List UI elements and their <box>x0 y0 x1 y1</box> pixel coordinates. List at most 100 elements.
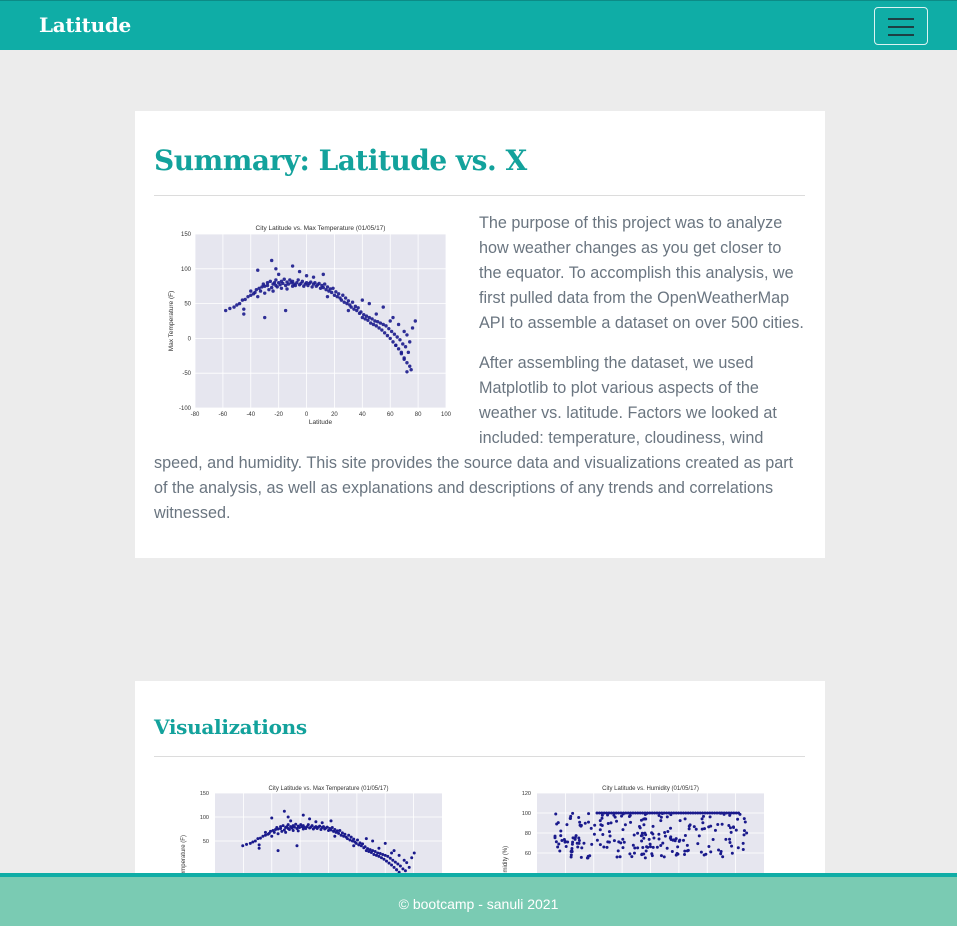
data-point <box>374 324 378 328</box>
data-point <box>632 833 636 837</box>
data-point <box>377 846 381 850</box>
data-point <box>554 812 558 816</box>
data-point <box>325 825 329 829</box>
data-point <box>276 832 280 836</box>
data-point <box>395 335 399 339</box>
data-point <box>402 357 406 361</box>
data-point <box>354 841 358 845</box>
data-point <box>391 340 395 344</box>
y-tick-label: 80 <box>525 831 531 837</box>
data-point <box>565 823 569 827</box>
data-point <box>410 856 414 860</box>
y-tick-label: 100 <box>181 267 192 273</box>
data-point <box>651 845 655 849</box>
data-point <box>616 849 620 853</box>
data-point <box>270 834 274 838</box>
data-point <box>294 822 298 826</box>
data-point <box>678 838 682 842</box>
data-point <box>347 833 351 837</box>
data-point <box>645 845 649 849</box>
y-axis-label: Max Temperature (F) <box>168 291 175 352</box>
data-point <box>721 855 725 859</box>
data-point <box>657 832 661 836</box>
data-point <box>403 345 408 349</box>
data-point <box>359 310 363 314</box>
data-point <box>391 858 395 862</box>
data-point <box>630 855 634 859</box>
data-point <box>622 840 626 844</box>
data-point <box>661 841 665 845</box>
data-point <box>741 847 745 851</box>
viz-humidity-chart[interactable]: 60 80 100 120 City Latitude vs. Humidity (01… <box>497 782 777 881</box>
hamburger-menu-button[interactable] <box>874 7 928 45</box>
data-point <box>571 840 575 844</box>
data-point <box>269 285 274 290</box>
data-point <box>592 832 596 836</box>
data-point <box>560 838 564 842</box>
data-point <box>662 855 666 859</box>
data-point <box>321 285 325 290</box>
data-point <box>682 838 686 842</box>
data-point <box>388 856 392 860</box>
data-point <box>341 293 345 297</box>
data-point <box>329 290 334 295</box>
data-point <box>376 851 380 855</box>
data-point <box>722 812 726 816</box>
data-point <box>579 824 583 828</box>
data-point <box>297 269 302 274</box>
data-point <box>343 296 348 300</box>
data-point <box>651 832 655 836</box>
data-point <box>346 308 351 313</box>
data-point <box>377 326 381 330</box>
data-point <box>728 840 732 844</box>
data-point <box>242 307 246 311</box>
y-tick-label: 50 <box>203 839 209 845</box>
data-point <box>383 841 387 845</box>
data-point <box>580 846 584 850</box>
data-point <box>731 825 735 829</box>
data-point <box>275 285 279 289</box>
data-point <box>336 292 341 296</box>
data-point <box>575 841 579 845</box>
data-point <box>406 350 411 355</box>
footer-text: © bootcamp - sanuli 2021 <box>398 896 559 912</box>
data-point <box>370 317 374 321</box>
data-point <box>648 842 652 846</box>
data-point <box>674 837 678 841</box>
data-point <box>321 272 325 277</box>
viz-temperature-chart[interactable]: 50 100 150 City Latitude vs. Max Temperatur… <box>175 782 455 881</box>
data-point <box>379 856 383 860</box>
data-point <box>587 812 591 816</box>
data-point <box>374 312 378 316</box>
data-point <box>621 828 625 832</box>
data-point <box>263 291 267 295</box>
data-point <box>700 827 704 831</box>
data-point <box>600 813 604 817</box>
visualizations-title: Visualizations <box>154 715 307 739</box>
data-point <box>377 854 381 858</box>
data-point <box>364 837 368 841</box>
data-point <box>728 813 732 817</box>
data-point <box>337 831 341 835</box>
data-point <box>290 264 295 268</box>
data-point <box>736 846 740 850</box>
data-point <box>285 287 289 291</box>
summary-title: Summary: Latitude vs. X <box>154 144 527 177</box>
data-point <box>256 268 260 272</box>
data-point <box>396 862 400 866</box>
navbar-brand[interactable]: Latitude <box>39 13 131 37</box>
latitude-vs-max-temp-chart[interactable]: -80 -60 -40 -20 0 20 40 60 80 100 -100 -50 0 50 100 150… <box>154 211 459 431</box>
data-point <box>595 838 599 842</box>
summary-plot-container[interactable]: -80 -60 -40 -20 0 20 40 60 80 100 -100 -50 0 50 100 150… <box>154 211 471 436</box>
data-point <box>636 846 640 850</box>
data-point <box>385 859 389 863</box>
data-point <box>257 846 261 850</box>
data-point <box>401 867 405 871</box>
data-point <box>392 332 397 336</box>
data-point <box>256 294 260 299</box>
x-tick-label: -20 <box>274 412 283 418</box>
data-point <box>241 844 245 848</box>
data-point <box>276 827 280 831</box>
data-point <box>669 826 673 830</box>
data-point <box>388 319 392 323</box>
